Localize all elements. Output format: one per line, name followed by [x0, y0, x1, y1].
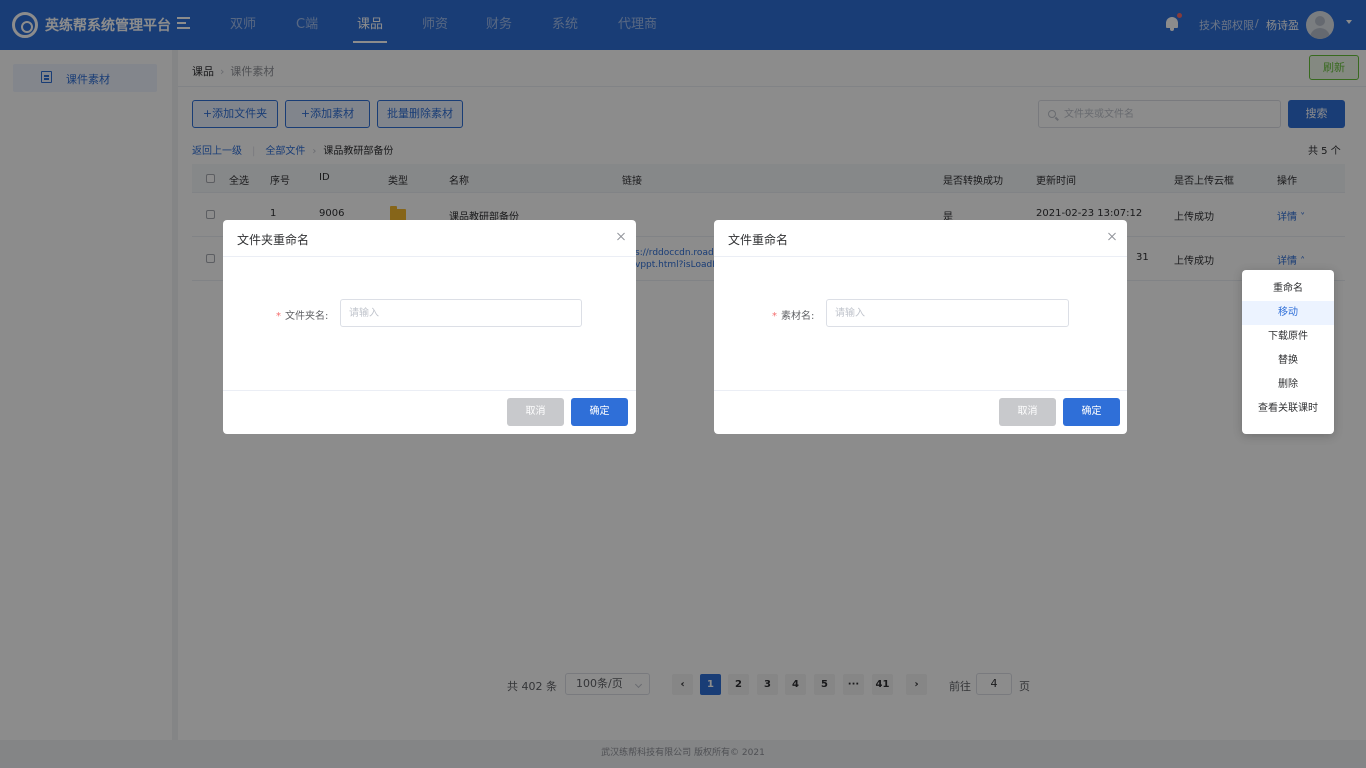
dialog-divider	[714, 256, 1127, 257]
material-name-input[interactable]	[826, 299, 1069, 327]
cancel-button[interactable]: 取消	[507, 398, 564, 426]
material-name-label: * 素材名:	[772, 307, 814, 322]
row-actions-menu: 重命名 移动 下载原件 替换 删除 查看关联课时	[1242, 270, 1334, 434]
folder-name-input[interactable]	[340, 299, 582, 327]
material-name-label-text: 素材名:	[781, 311, 815, 322]
cancel-button[interactable]: 取消	[999, 398, 1056, 426]
dialog-footer-divider	[223, 390, 636, 391]
folder-rename-dialog: 文件夹重命名 * 文件夹名: 取消 确定	[223, 220, 636, 434]
dialog-footer-divider	[714, 390, 1127, 391]
dialog-title: 文件重命名	[728, 233, 789, 247]
required-mark: *	[276, 311, 281, 322]
menu-item-move[interactable]: 移动	[1242, 301, 1334, 325]
menu-item-rename[interactable]: 重命名	[1242, 277, 1334, 301]
folder-name-label-text: 文件夹名:	[285, 311, 329, 322]
dialog-title: 文件夹重命名	[237, 233, 310, 247]
menu-item-related-lessons[interactable]: 查看关联课时	[1242, 397, 1334, 421]
confirm-button[interactable]: 确定	[571, 398, 628, 426]
dialog-divider	[223, 256, 636, 257]
folder-name-label: * 文件夹名:	[276, 307, 328, 322]
modal-mask[interactable]	[0, 0, 1366, 768]
required-mark: *	[772, 311, 777, 322]
file-rename-dialog: 文件重命名 * 素材名: 取消 确定	[714, 220, 1127, 434]
close-icon[interactable]	[1107, 231, 1117, 241]
menu-item-delete[interactable]: 删除	[1242, 373, 1334, 397]
confirm-button[interactable]: 确定	[1063, 398, 1120, 426]
close-icon[interactable]	[616, 231, 626, 241]
menu-item-download[interactable]: 下载原件	[1242, 325, 1334, 349]
menu-item-replace[interactable]: 替换	[1242, 349, 1334, 373]
